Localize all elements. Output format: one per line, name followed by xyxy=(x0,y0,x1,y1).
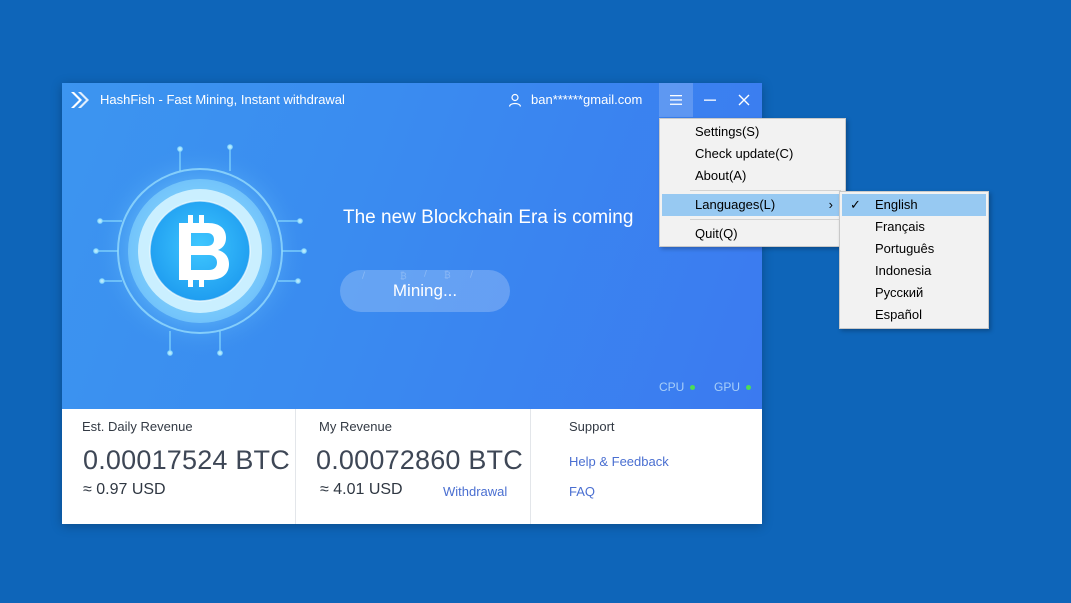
gpu-status-label: GPU xyxy=(714,380,741,394)
languages-submenu: ✓ English Français Português Indonesia Р… xyxy=(839,191,989,329)
cpu-status-label: CPU xyxy=(659,380,685,394)
app-title: HashFish - Fast Mining, Instant withdraw… xyxy=(100,92,345,107)
menu-item-check-update-label: Check update(C) xyxy=(695,146,794,161)
language-item-francais[interactable]: Français xyxy=(842,216,986,238)
submenu-arrow-icon: › xyxy=(828,197,833,212)
hero-panel: HashFish - Fast Mining, Instant withdraw… xyxy=(62,83,762,409)
close-button[interactable] xyxy=(727,83,761,117)
svg-text:/: / xyxy=(362,271,366,281)
user-icon xyxy=(508,93,522,107)
check-icon: ✓ xyxy=(850,197,861,212)
menu-button[interactable] xyxy=(659,83,693,117)
withdrawal-link[interactable]: Withdrawal xyxy=(443,484,507,499)
menu-item-quit[interactable]: Quit(Q) xyxy=(662,223,843,245)
faq-link[interactable]: FAQ xyxy=(569,484,595,499)
gpu-status: GPU xyxy=(714,380,752,394)
close-icon xyxy=(738,94,750,106)
menu-item-quit-label: Quit(Q) xyxy=(695,226,738,241)
my-revenue-panel: My Revenue 0.00072860 BTC ≈ 4.01 USD Wit… xyxy=(295,409,531,524)
bitcoin-coin-illustration xyxy=(93,144,307,356)
daily-revenue-btc: 0.00017524 BTC xyxy=(83,445,290,475)
main-dropdown-menu: Settings(S) Check update(C) About(A) Lan… xyxy=(659,118,846,247)
revenue-stats: Est. Daily Revenue 0.00017524 BTC ≈ 0.97… xyxy=(62,409,762,524)
app-window: HashFish - Fast Mining, Instant withdraw… xyxy=(62,83,762,524)
svg-text:₿: ₿ xyxy=(444,270,451,281)
menu-item-check-update[interactable]: Check update(C) xyxy=(662,143,843,165)
daily-revenue-usd: ≈ 0.97 USD xyxy=(83,481,166,498)
gpu-status-dot xyxy=(746,385,752,391)
daily-revenue-label: Est. Daily Revenue xyxy=(82,419,193,434)
hero-headline: The new Blockchain Era is coming xyxy=(343,207,634,228)
language-item-espanol[interactable]: Español xyxy=(842,304,986,326)
hashfish-logo-icon xyxy=(71,92,89,108)
svg-text:/: / xyxy=(424,270,428,279)
cpu-status-dot xyxy=(690,385,696,391)
user-email[interactable]: ban******gmail.com xyxy=(531,92,642,107)
menu-separator xyxy=(690,219,841,220)
language-item-espanol-label: Español xyxy=(875,307,922,322)
menu-item-about[interactable]: About(A) xyxy=(662,165,843,187)
language-item-russian-label: Русский xyxy=(875,285,924,300)
language-item-russian[interactable]: Русский xyxy=(842,282,986,304)
mining-button-label: Mining... xyxy=(392,281,458,300)
language-item-portugues[interactable]: Português xyxy=(842,238,986,260)
cpu-status: CPU xyxy=(659,380,696,394)
support-label: Support xyxy=(569,419,615,434)
svg-text:/: / xyxy=(470,270,474,280)
my-revenue-usd: ≈ 4.01 USD xyxy=(320,481,403,498)
help-feedback-link[interactable]: Help & Feedback xyxy=(569,454,669,469)
language-item-francais-label: Français xyxy=(875,219,925,234)
support-panel: Support Help & Feedback FAQ xyxy=(530,409,763,524)
mining-button[interactable]: / ₿ / ₿ / Mining... xyxy=(340,270,510,312)
language-item-english[interactable]: ✓ English xyxy=(842,194,986,216)
my-revenue-label: My Revenue xyxy=(319,419,392,434)
menu-item-settings-label: Settings(S) xyxy=(695,124,760,139)
menu-item-languages[interactable]: Languages(L) › xyxy=(662,194,843,216)
my-revenue-btc: 0.00072860 BTC xyxy=(316,445,523,475)
minimize-button[interactable] xyxy=(693,83,727,117)
menu-item-languages-label: Languages(L) xyxy=(695,197,776,212)
daily-revenue-panel: Est. Daily Revenue 0.00017524 BTC ≈ 0.97… xyxy=(62,409,295,524)
title-bar[interactable]: HashFish - Fast Mining, Instant withdraw… xyxy=(62,83,762,117)
language-item-english-label: English xyxy=(875,197,918,212)
menu-item-settings[interactable]: Settings(S) xyxy=(662,121,843,143)
menu-separator xyxy=(690,190,841,191)
minimize-icon xyxy=(704,99,716,101)
hamburger-icon xyxy=(670,95,682,105)
language-item-indonesia[interactable]: Indonesia xyxy=(842,260,986,282)
menu-item-about-label: About(A) xyxy=(695,168,747,183)
language-item-indonesia-label: Indonesia xyxy=(875,263,932,278)
language-item-portugues-label: Português xyxy=(875,241,935,256)
